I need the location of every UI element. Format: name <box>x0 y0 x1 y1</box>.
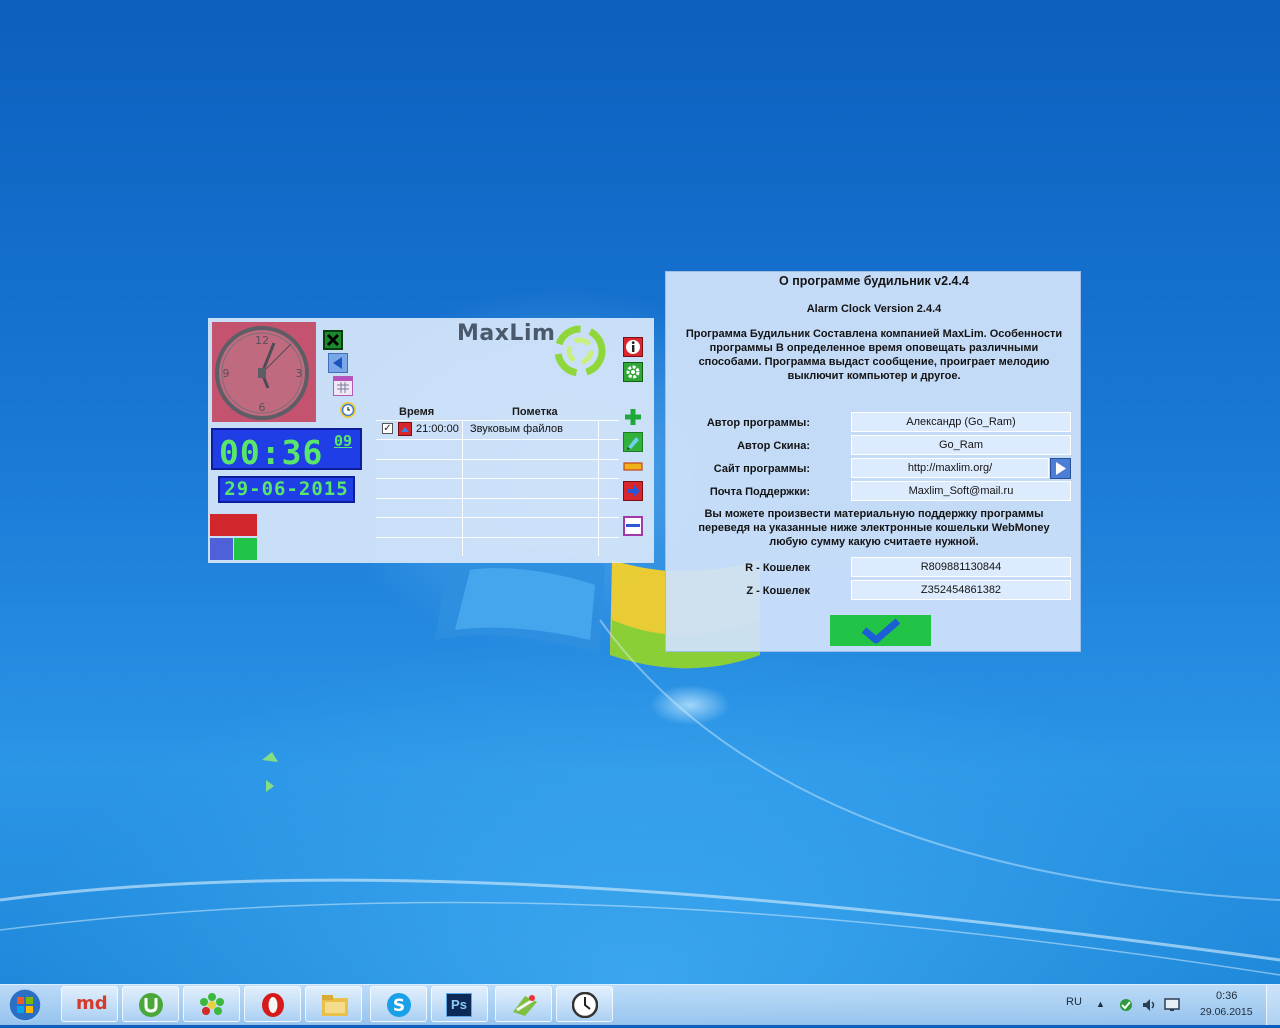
clock-number-6: 6 <box>259 401 266 414</box>
list-item[interactable]: ✓ 21:00:00 Звуковым файлов <box>376 421 619 439</box>
tray-clock-date[interactable]: 29.06.2015 <box>1200 1006 1253 1018</box>
list-header-note: Пометка <box>512 406 558 418</box>
file-explorer-icon[interactable] <box>305 986 362 1022</box>
about-dialog: О программе будильник v2.4.4 Alarm Clock… <box>665 271 1081 652</box>
open-website-button[interactable] <box>1050 458 1071 479</box>
map-tool-icon[interactable] <box>495 986 552 1022</box>
taskbar: md S Ps RU ▲ 0:36 29.06.2015 <box>0 984 1280 1025</box>
support-email-field[interactable]: Maxlim_Soft@mail.ru <box>851 481 1071 501</box>
photoshop-icon[interactable]: Ps <box>431 986 488 1022</box>
r-wallet-field[interactable]: R809881130844 <box>851 557 1071 577</box>
play-arrow-icon <box>1056 462 1066 475</box>
alarm-sound-icon <box>398 422 412 436</box>
checkmark-icon <box>861 618 901 644</box>
skin-swatch-green[interactable] <box>234 538 257 560</box>
tray-clock-time[interactable]: 0:36 <box>1216 990 1237 1002</box>
volume-icon[interactable] <box>1141 997 1157 1013</box>
brand-name: MaxLim <box>457 321 556 346</box>
clock-face: 12 3 6 9 <box>215 326 309 420</box>
mediaget-icon[interactable]: md <box>61 986 118 1022</box>
clock-number-3: 3 <box>296 367 303 380</box>
alarm-clock-window: 12 3 6 9 00:36 09 29-06-2015 MaxLim Врем… <box>208 318 654 563</box>
digital-clock: 00:36 09 <box>211 428 362 472</box>
network-status-icon[interactable] <box>1118 997 1134 1013</box>
remove-icon[interactable] <box>623 457 643 477</box>
close-icon[interactable] <box>323 330 343 350</box>
about-version: Alarm Clock Version 2.4.4 <box>806 303 942 315</box>
alarm-note: Звуковым файлов <box>470 423 563 435</box>
edit-icon[interactable] <box>623 432 643 452</box>
alarm-time: 21:00:00 <box>416 423 459 435</box>
digital-seconds: 09 <box>334 432 353 450</box>
show-desktop-button[interactable] <box>1266 985 1280 1025</box>
z-wallet-field[interactable]: Z352454861382 <box>851 580 1071 600</box>
skin-swatch-red[interactable] <box>210 514 257 536</box>
skin-author-field[interactable]: Go_Ram <box>851 435 1071 455</box>
website-label: Сайт программы: <box>713 463 810 475</box>
opera-icon[interactable] <box>244 986 301 1022</box>
icq-icon[interactable] <box>183 986 240 1022</box>
about-title: О программе будильник v2.4.4 <box>779 274 969 288</box>
arrow-right-icon[interactable] <box>623 481 643 501</box>
start-orb-icon[interactable] <box>6 987 44 1023</box>
digital-date: 29-06-2015 <box>218 476 355 503</box>
display-icon[interactable] <box>1164 997 1180 1013</box>
list-header-time: Время <box>399 406 435 418</box>
author-field[interactable]: Александр (Go_Ram) <box>851 412 1071 432</box>
back-arrow-icon[interactable] <box>328 353 348 373</box>
support-email-label: Почта Поддержки: <box>709 486 810 498</box>
calendar-icon[interactable] <box>333 376 353 396</box>
info-icon[interactable] <box>623 337 643 357</box>
ok-button[interactable] <box>830 615 931 646</box>
skin-swatch-blue[interactable] <box>210 538 233 560</box>
skin-author-label: Автор Скина: <box>737 440 810 452</box>
website-field[interactable]: http://maxlim.org/ <box>851 458 1049 478</box>
clock-number-9: 9 <box>223 367 230 380</box>
author-label: Автор программы: <box>706 417 810 429</box>
svg-text:S: S <box>393 996 405 1016</box>
alarm-clock-icon[interactable] <box>338 399 358 419</box>
analog-clock: 12 3 6 9 <box>212 322 316 422</box>
add-icon[interactable] <box>623 407 643 427</box>
language-indicator[interactable]: RU <box>1066 996 1082 1008</box>
alarm-clock-app-icon[interactable] <box>556 986 613 1022</box>
settings-gear-icon[interactable] <box>623 362 643 382</box>
alarm-list: Время Пометка ✓ 21:00:00 Звуковым файлов <box>376 404 619 558</box>
photoshop-label: Ps <box>446 993 472 1017</box>
mediaget-label: md <box>76 993 108 1014</box>
maxlim-logo-icon <box>554 325 606 376</box>
alarm-checkbox[interactable]: ✓ <box>382 423 393 434</box>
clock-number-12: 12 <box>255 334 269 347</box>
utorrent-icon[interactable] <box>122 986 179 1022</box>
z-wallet-label: Z - Кошелек <box>746 585 810 597</box>
minimize-icon[interactable] <box>623 516 643 536</box>
r-wallet-label: R - Кошелек <box>745 562 810 574</box>
skype-icon[interactable]: S <box>370 986 427 1022</box>
support-text: Вы можете произвести материальную поддер… <box>698 508 1050 548</box>
about-description: Программа Будильник Составлена компанией… <box>685 328 1063 382</box>
digital-time: 00:36 <box>219 433 324 472</box>
show-hidden-icons-icon[interactable]: ▲ <box>1096 999 1105 1009</box>
